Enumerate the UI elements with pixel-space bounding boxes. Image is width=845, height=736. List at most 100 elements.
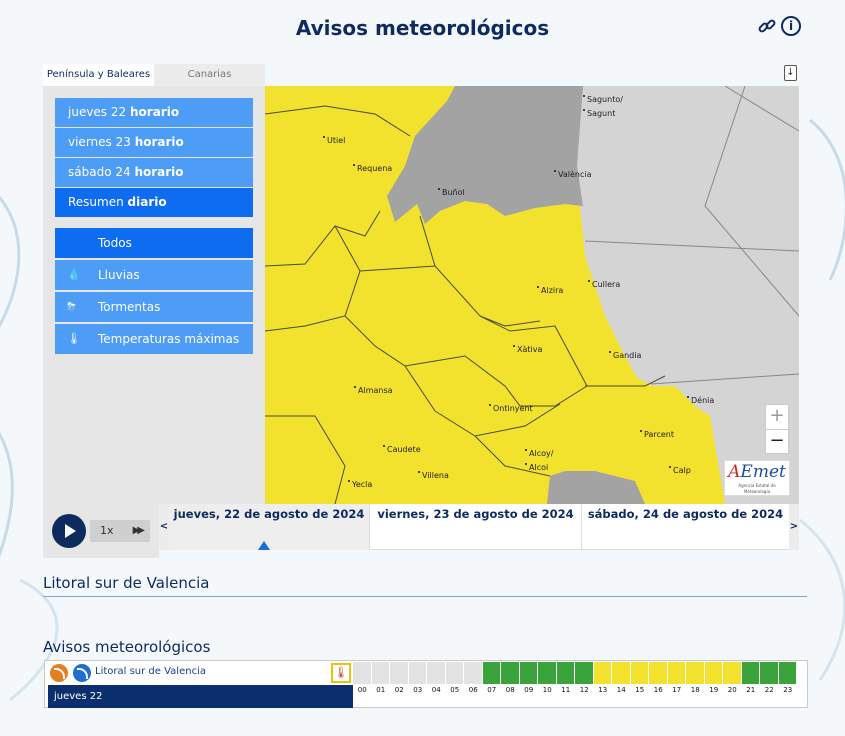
hour-label: 07	[487, 686, 497, 694]
city-label: Utiel	[322, 136, 346, 145]
map-canvas	[265, 86, 799, 504]
city-label: Buñol	[438, 188, 465, 197]
city-label: Requena	[352, 164, 393, 173]
hour-label: 09	[524, 686, 534, 694]
city-label: Yecla	[347, 480, 373, 489]
city-label: Alcoi	[524, 463, 549, 472]
hour-label: 01	[376, 686, 386, 694]
city-label: Sagunt	[582, 109, 616, 118]
hourly-warnings-table: Litoral sur de Valencia 🌡 jueves 22 00 01…	[44, 660, 808, 708]
period-list: jueves 22 horario viernes 23 horario sáb…	[55, 98, 253, 218]
zoom-control: + −	[765, 404, 789, 454]
hour-level-cell	[593, 662, 611, 684]
city-label: Dénia	[686, 396, 715, 405]
timeline-prev-button[interactable]: <	[159, 504, 169, 550]
tab-canarias[interactable]: Canarias	[154, 64, 265, 86]
download-icon[interactable]: ↓	[784, 65, 797, 81]
hour-label: 02	[394, 686, 404, 694]
hour-level-cell	[408, 662, 426, 684]
zoom-out-button[interactable]: −	[766, 429, 788, 453]
animation-player: 1x ▶▶	[43, 504, 159, 558]
rain-icon: 💧	[67, 268, 81, 281]
info-icon[interactable]: i	[781, 16, 801, 36]
timeline-next-button[interactable]: >	[789, 504, 799, 550]
city-label: Cullera	[587, 280, 621, 289]
period-item-sabado[interactable]: sábado 24 horario	[55, 158, 253, 187]
link-icon[interactable]	[757, 16, 777, 36]
hour-label: 13	[598, 686, 608, 694]
hour-label: 21	[746, 686, 756, 694]
thermometer-icon: 🌡	[67, 332, 81, 345]
zone-title: Litoral sur de Valencia	[43, 574, 210, 592]
city-label: Alzira	[536, 286, 564, 295]
city-label: Caudete	[383, 445, 421, 454]
hour-level-cell	[741, 662, 759, 684]
fast-forward-icon[interactable]: ▶▶	[133, 520, 146, 542]
city-label: Calp	[669, 466, 691, 475]
hour-level-cell	[723, 662, 741, 684]
hour-label: 03	[413, 686, 423, 694]
period-item-resumen[interactable]: Resumen diario	[55, 188, 253, 217]
day-timeline: < jueves, 22 de agosto de 2024 viernes, …	[159, 504, 799, 550]
warnings-panel: Península y Baleares Canarias jueves 22 …	[43, 64, 265, 504]
tab-peninsula[interactable]: Península y Baleares	[43, 64, 154, 86]
day-band: jueves 22	[48, 685, 353, 708]
hour-level-cell	[760, 662, 778, 684]
hour-label: 00	[357, 686, 367, 694]
hour-level-cell	[575, 662, 593, 684]
hour-level-cell	[649, 662, 667, 684]
phenomenon-tormentas[interactable]: ⛈ Tormentas	[55, 292, 253, 322]
hour-label: 04	[431, 686, 441, 694]
city-label: Alcoy/	[524, 449, 554, 458]
play-button[interactable]	[52, 514, 86, 548]
city-label: Ontinyent	[489, 404, 533, 413]
thermometer-icon: 🌡	[331, 663, 351, 683]
hour-level-cell	[482, 662, 500, 684]
phenomenon-temperaturas[interactable]: 🌡 Temperaturas máximas	[55, 324, 253, 354]
zoom-in-button[interactable]: +	[766, 405, 788, 429]
rss-feed-icon[interactable]	[73, 664, 91, 682]
current-day-marker	[258, 541, 270, 550]
hour-level-cell	[630, 662, 648, 684]
city-label: Parcent	[639, 430, 675, 439]
phenomenon-todos[interactable]: Todos	[55, 228, 253, 258]
hour-label: 05	[450, 686, 460, 694]
hour-label: 08	[505, 686, 515, 694]
hour-level-cell	[556, 662, 574, 684]
hour-level-cell	[538, 662, 556, 684]
hour-label: 22	[764, 686, 774, 694]
timeline-day[interactable]: sábado, 24 de agosto de 2024	[581, 504, 789, 550]
period-item-viernes[interactable]: viernes 23 horario	[55, 128, 253, 157]
zone-link[interactable]: Litoral sur de Valencia	[95, 666, 206, 677]
page-title: Avisos meteorológicos	[295, 16, 550, 40]
hour-label: 15	[635, 686, 645, 694]
hour-label: 16	[653, 686, 663, 694]
hour-label: 14	[616, 686, 626, 694]
hour-level-cell	[686, 662, 704, 684]
hour-level-cell	[353, 662, 371, 684]
city-label: Sagunto/	[583, 95, 623, 104]
hour-label: 18	[690, 686, 700, 694]
period-item-jueves[interactable]: jueves 22 horario	[55, 98, 253, 127]
hour-level-cell	[704, 662, 722, 684]
hour-label: 11	[561, 686, 571, 694]
city-label: Xàtiva	[512, 345, 543, 354]
hour-label: 12	[579, 686, 589, 694]
hour-level-cell	[667, 662, 685, 684]
warnings-map[interactable]: Sagunto/ Sagunt Utiel Requena Buñol Valè…	[265, 86, 799, 504]
hour-level-cell	[778, 662, 796, 684]
hour-label: 20	[727, 686, 737, 694]
storm-icon: ⛈	[67, 300, 76, 313]
hour-label: 10	[542, 686, 552, 694]
city-label: Almansa	[354, 386, 393, 395]
hour-level-cell	[427, 662, 445, 684]
phenomenon-lluvias[interactable]: 💧 Lluvias	[55, 260, 253, 290]
aemet-logo: AEmet Agencia Estatal de Meteorología	[724, 460, 790, 496]
hour-level-cell	[612, 662, 630, 684]
rss-feed-icon[interactable]	[50, 664, 68, 682]
hour-level-cell	[371, 662, 389, 684]
hour-level-cell	[390, 662, 408, 684]
timeline-day[interactable]: viernes, 23 de agosto de 2024	[369, 504, 581, 550]
hour-label: 23	[783, 686, 793, 694]
speed-control[interactable]: 1x ▶▶	[90, 520, 150, 542]
